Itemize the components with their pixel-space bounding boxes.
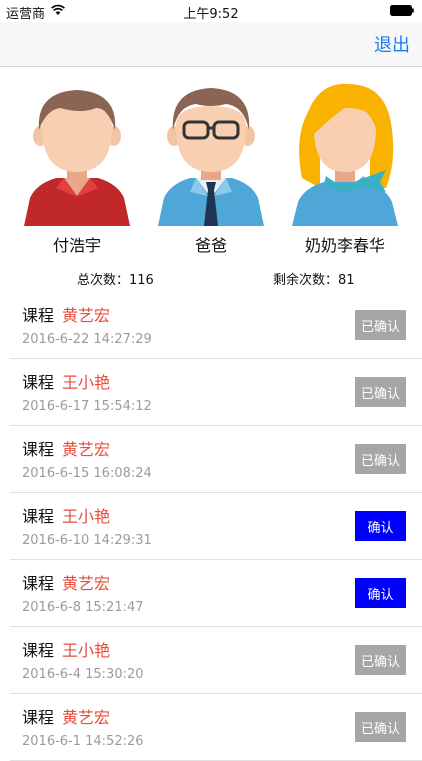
logout-button[interactable]: 退出 (374, 31, 410, 57)
status-bar: 运营商 上午9:52 (0, 0, 422, 22)
course-label: 课程 (22, 708, 55, 727)
record-list: 课程 黄艺宏 2016-6-22 14:27:29 已确认 课程 王小艳 201… (0, 292, 422, 761)
total-count: 总次数：116 (77, 273, 154, 288)
list-item: 课程 王小艳 2016-6-10 14:29:31 确认 (10, 493, 422, 560)
record-time: 2016-6-15 16:08:24 (22, 466, 152, 481)
teacher-name: 黄艺宏 (62, 306, 111, 325)
boy-red-shirt-icon (24, 90, 130, 226)
course-label: 课程 (22, 507, 55, 526)
teacher-name: 黄艺宏 (62, 440, 111, 459)
teacher-name: 王小艳 (62, 507, 111, 526)
confirmed-button[interactable]: 已确认 (355, 645, 406, 675)
member-card[interactable]: 付浩宇 (22, 78, 132, 256)
usage-counts: 总次数：116 剩余次数：81 (0, 266, 422, 288)
list-item: 课程 王小艳 2016-6-4 15:30:20 已确认 (10, 627, 422, 694)
confirm-button[interactable]: 确认 (355, 511, 406, 541)
confirmed-button[interactable]: 已确认 (355, 377, 406, 407)
record-time: 2016-6-8 15:21:47 (22, 600, 144, 615)
battery-icon (390, 5, 414, 16)
teacher-name: 王小艳 (62, 373, 111, 392)
teacher-name: 王小艳 (62, 641, 111, 660)
member-name: 奶奶李春华 (304, 236, 385, 255)
record-time: 2016-6-1 14:52:26 (22, 734, 144, 749)
list-item: 课程 王小艳 2016-6-17 15:54:12 已确认 (10, 359, 422, 426)
clock: 上午9:52 (183, 7, 239, 22)
confirmed-button[interactable]: 已确认 (355, 712, 406, 742)
confirm-button[interactable]: 确认 (355, 578, 406, 608)
confirmed-button[interactable]: 已确认 (355, 444, 406, 474)
member-card[interactable]: 爸爸 (156, 78, 266, 256)
record-time: 2016-6-10 14:29:31 (22, 533, 152, 548)
record-time: 2016-6-22 14:27:29 (22, 332, 152, 347)
member-card[interactable]: 奶奶李春华 (290, 78, 400, 256)
teacher-name: 黄艺宏 (62, 708, 111, 727)
man-glasses-tie-icon (158, 88, 264, 226)
nav-bar: 退出 (0, 22, 422, 67)
woman-blonde-scarf-icon (292, 83, 398, 226)
list-item: 课程 黄艺宏 2016-6-15 16:08:24 已确认 (10, 426, 422, 493)
list-item: 课程 黄艺宏 2016-6-1 14:52:26 已确认 (10, 694, 422, 761)
member-name: 付浩宇 (52, 236, 101, 255)
remaining-count: 剩余次数：81 (273, 273, 355, 288)
course-label: 课程 (22, 440, 55, 459)
confirmed-button[interactable]: 已确认 (355, 310, 406, 340)
teacher-name: 黄艺宏 (62, 574, 111, 593)
list-item: 课程 黄艺宏 2016-6-8 15:21:47 确认 (10, 560, 422, 627)
member-name: 爸爸 (194, 236, 227, 255)
course-label: 课程 (22, 306, 55, 325)
record-time: 2016-6-17 15:54:12 (22, 399, 152, 414)
course-label: 课程 (22, 373, 55, 392)
list-item: 课程 黄艺宏 2016-6-22 14:27:29 已确认 (10, 292, 422, 359)
course-label: 课程 (22, 574, 55, 593)
course-label: 课程 (22, 641, 55, 660)
family-members: 付浩宇 爸爸 奶奶李春华 (0, 66, 422, 262)
record-time: 2016-6-4 15:30:20 (22, 667, 144, 682)
